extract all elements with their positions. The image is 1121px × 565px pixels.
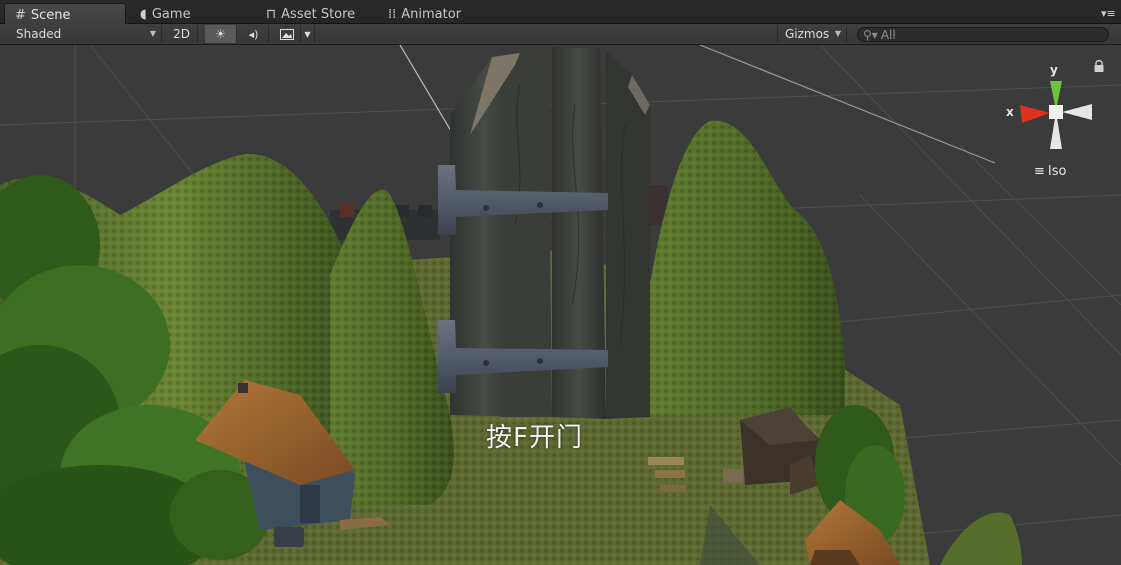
tab-label: Scene	[30, 7, 71, 23]
speaker-icon: ◂)	[248, 27, 259, 41]
scene-render	[0, 45, 1121, 565]
projection-label: Iso	[1047, 164, 1067, 179]
toggle-effects-button[interactable]	[273, 25, 301, 43]
chevron-down-icon: ▼	[149, 29, 156, 38]
gizmo-x-label: x	[1006, 105, 1014, 119]
scene-toolbar: Shaded ▼ 2D ☀ ◂) ▼ Gizmos ▼ ⚲▾ All	[0, 24, 1121, 45]
scene-grid-icon: #	[15, 7, 26, 23]
tab-asset-store[interactable]: ⊓ Asset Store	[256, 3, 365, 24]
draw-mode-dropdown[interactable]: Shaded ▼	[0, 25, 162, 43]
search-icon: ⚲▾	[863, 27, 878, 42]
tab-animator[interactable]: ⁞⁞ Animator	[378, 3, 471, 24]
game-pacman-icon: ◖	[140, 7, 147, 22]
toggle-2d-button[interactable]: 2D	[166, 25, 198, 43]
wooden-door	[438, 47, 650, 419]
window-menu-icon[interactable]: ▾≡	[1101, 8, 1116, 19]
lock-icon[interactable]	[1093, 59, 1105, 73]
projection-toggle[interactable]: ≡ Iso	[1034, 164, 1066, 179]
toggle-audio-button[interactable]: ◂)	[239, 25, 269, 43]
chevron-down-icon: ▼	[834, 29, 841, 38]
hierarchy-search-input[interactable]: ⚲▾ All	[857, 27, 1109, 42]
effects-dropdown[interactable]: ▼	[301, 25, 315, 43]
editor-tab-bar: # Scene ◖ Game ⊓ Asset Store ⁞⁞ Animator…	[0, 0, 1121, 24]
gizmo-y-label: y	[1050, 63, 1058, 77]
image-icon	[279, 28, 294, 40]
tab-game[interactable]: ◖ Game	[130, 3, 201, 24]
draw-mode-label: Shaded	[16, 27, 62, 41]
toggle-2d-label: 2D	[173, 27, 190, 41]
open-door-prompt: 按F开门	[486, 423, 583, 453]
search-placeholder: All	[880, 27, 896, 42]
orientation-gizmo-icon[interactable]: y x	[1000, 57, 1100, 167]
tab-label: Game	[151, 7, 191, 22]
hamburger-icon: ≡	[1034, 164, 1045, 179]
tab-scene[interactable]: # Scene	[4, 3, 126, 24]
scene-viewport[interactable]: 按F开门 y x ≡ Iso	[0, 45, 1121, 565]
tab-label: Animator	[401, 7, 462, 22]
animator-nodes-icon: ⁞⁞	[388, 7, 397, 22]
store-bag-icon: ⊓	[266, 7, 277, 22]
toggle-lighting-button[interactable]: ☀	[205, 25, 237, 43]
tab-label: Asset Store	[281, 7, 356, 22]
sun-icon: ☀	[215, 27, 226, 41]
gizmos-dropdown[interactable]: Gizmos ▼	[777, 25, 847, 43]
gizmos-label: Gizmos	[785, 27, 830, 41]
chevron-down-icon: ▼	[304, 29, 311, 39]
